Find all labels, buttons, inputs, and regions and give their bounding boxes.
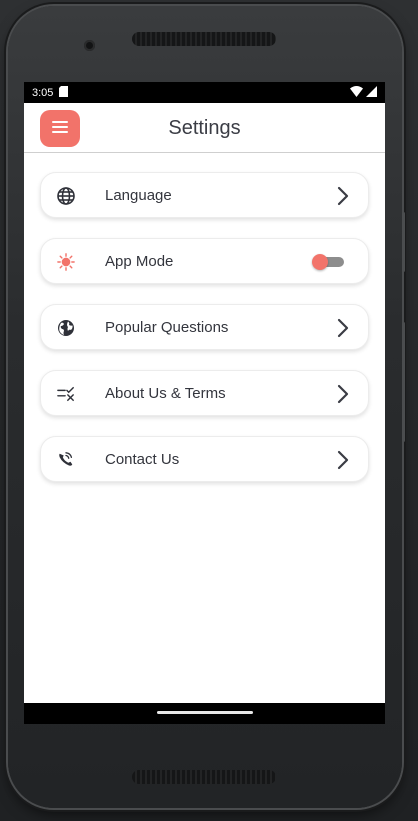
- phone-call-icon: [57, 451, 75, 469]
- home-gesture-handle[interactable]: [157, 711, 253, 714]
- chevron-right-icon: [336, 186, 350, 206]
- front-camera: [84, 40, 95, 51]
- page-title: Settings: [168, 117, 241, 139]
- settings-item-label: Contact Us: [105, 451, 180, 468]
- volume-button: [402, 212, 405, 272]
- settings-item-contact-us[interactable]: Contact Us: [40, 436, 369, 482]
- status-time: 3:05: [32, 86, 54, 99]
- power-button: [402, 322, 405, 442]
- sun-icon: [57, 253, 75, 271]
- bottom-speaker: [132, 770, 276, 784]
- app-mode-toggle[interactable]: [312, 254, 344, 270]
- top-speaker: [132, 32, 276, 46]
- signal-icon: [366, 85, 377, 100]
- chevron-right-icon: [336, 384, 350, 404]
- settings-item-label: App Mode: [105, 253, 174, 270]
- chevron-right-icon: [336, 450, 350, 470]
- settings-item-app-mode[interactable]: App Mode: [40, 238, 369, 284]
- settings-item-language[interactable]: Language: [40, 172, 369, 218]
- settings-item-popular-questions[interactable]: Popular Questions: [40, 304, 369, 350]
- settings-item-label: About Us & Terms: [105, 385, 226, 402]
- status-bar: 3:05: [24, 82, 385, 103]
- toggle-thumb: [312, 254, 328, 270]
- settings-item-label: Language: [105, 187, 172, 204]
- app-screen: 3:05 Settings Language App Mode Popular …: [24, 82, 385, 724]
- sd-card-icon: [59, 85, 69, 100]
- earth-icon: [57, 319, 75, 337]
- settings-item-about-terms[interactable]: About Us & Terms: [40, 370, 369, 416]
- status-indicators: [350, 85, 377, 100]
- wifi-icon: [350, 85, 363, 100]
- system-nav-bar: [24, 703, 385, 724]
- globe-icon: [57, 187, 75, 205]
- chevron-right-icon: [336, 318, 350, 338]
- settings-item-label: Popular Questions: [105, 319, 229, 336]
- checklist-icon: [57, 385, 75, 403]
- app-bar: Settings: [24, 103, 385, 153]
